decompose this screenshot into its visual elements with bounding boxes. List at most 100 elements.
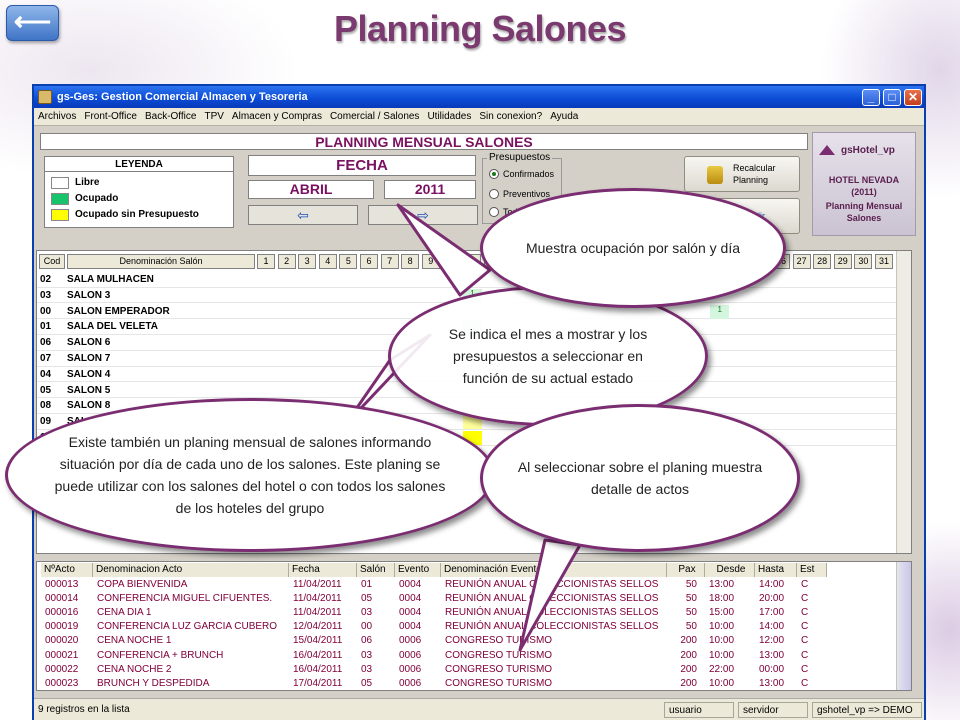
- list-cell: 05: [361, 677, 373, 689]
- grid-scrollbar[interactable]: [896, 251, 911, 553]
- legend-swatch-ocupado-sin-presupuesto: [51, 209, 69, 221]
- list-row[interactable]: 000020 CENA NOCHE 1 15/04/2011 06 0006 CONGRE…: [37, 634, 897, 648]
- list-row[interactable]: 000022 CENA NOCHE 2 16/04/2011 03 0006 CONGRE…: [37, 663, 897, 677]
- slide-title: Planning Salones: [333, 8, 627, 49]
- list-cell: 000013: [45, 579, 79, 590]
- menu-item[interactable]: Front-Office: [84, 111, 137, 122]
- list-col-header[interactable]: Salón: [357, 563, 395, 577]
- list-col-header[interactable]: Evento: [395, 563, 441, 577]
- list-row[interactable]: 000014 CONFERENCIA MIGUEL CIFUENTES. 11/04…: [37, 592, 897, 606]
- day-header[interactable]: 30: [854, 254, 873, 269]
- list-row[interactable]: 000019 CONFERENCIA LUZ GARCIA CUBERO 12/04…: [37, 620, 897, 634]
- list-row[interactable]: 000013 COPA BIENVENIDA 11/04/2011 01 0004 REU…: [37, 578, 897, 592]
- list-cell: C: [801, 593, 809, 605]
- status-connection: gshotel_vp => DEMO: [812, 702, 922, 718]
- day-header[interactable]: 9: [421, 254, 440, 269]
- list-col-header[interactable]: Pax: [667, 563, 705, 577]
- day-header[interactable]: 27: [792, 254, 811, 269]
- list-cell: 0004: [399, 621, 422, 633]
- list-cell: 000022: [45, 663, 79, 675]
- list-col-header[interactable]: Fecha: [289, 563, 357, 577]
- menu-item[interactable]: Sin conexion?: [479, 111, 542, 122]
- list-row[interactable]: 000023 BRUNCH Y DESPEDIDA 17/04/2011 05 0006…: [37, 677, 897, 691]
- list-cell: C: [801, 579, 809, 590]
- list-cell: 16/04/2011: [293, 663, 343, 675]
- menu-item[interactable]: Almacen y Compras: [232, 111, 322, 122]
- maximize-button[interactable]: □: [883, 89, 901, 106]
- actos-list[interactable]: NºActo Denominacion Acto Fecha Salón Evento D…: [36, 561, 912, 691]
- list-cell: 0004: [399, 579, 422, 590]
- slide: ⟵ Planning Salones gs-Ges: Gestion Comer…: [0, 0, 960, 720]
- list-col-header[interactable]: Denominación Evento: [441, 563, 667, 577]
- radio-preventivos[interactable]: [489, 189, 499, 199]
- list-col-header[interactable]: Est: [797, 563, 827, 577]
- menu-bar: Archivos Front-Office Back-Office TPV Almace…: [34, 108, 924, 126]
- menu-item[interactable]: TPV: [204, 111, 223, 122]
- day-header[interactable]: 28: [813, 254, 832, 269]
- menu-item[interactable]: Ayuda: [550, 111, 578, 122]
- list-cell: 0006: [399, 635, 422, 647]
- minimize-button[interactable]: _: [862, 89, 880, 106]
- day-header[interactable]: 1: [257, 254, 275, 269]
- logo-text: Planning Mensual: [825, 201, 903, 211]
- menu-item[interactable]: Comercial / Salones: [330, 111, 419, 122]
- year-field[interactable]: 2011: [384, 180, 476, 199]
- next-month-button[interactable]: ⇨: [368, 205, 478, 225]
- gshotel-logo: gsHotel_vp HOTEL NEVADA (2011) Planning …: [812, 132, 916, 236]
- menu-item[interactable]: Archivos: [38, 111, 76, 122]
- menu-item[interactable]: Utilidades: [427, 111, 471, 122]
- list-col-header[interactable]: Desde: [705, 563, 755, 577]
- fecha-label: FECHA: [336, 157, 388, 174]
- list-cell: REUNIÓN ANUAL COLECCIONISTAS SELLOS: [445, 579, 659, 590]
- recalcular-planning-button[interactable]: Recalcular Planning: [684, 156, 800, 192]
- app-icon: [38, 90, 52, 104]
- list-col-header[interactable]: Hasta: [755, 563, 797, 577]
- salon-code: 09: [40, 416, 52, 428]
- list-row[interactable]: 000021 CONFERENCIA + BRUNCH 16/04/2011 03 00…: [37, 649, 897, 663]
- salon-code: 05: [40, 384, 52, 396]
- salon-name: SALA DEL VELETA: [67, 321, 158, 333]
- day-header[interactable]: 10: [442, 254, 461, 269]
- list-cell: CENA DIA 1: [97, 607, 152, 619]
- month-field[interactable]: ABRIL: [248, 180, 374, 199]
- day-header[interactable]: 29: [833, 254, 852, 269]
- year-value: 2011: [414, 181, 446, 197]
- list-cell: C: [801, 663, 809, 675]
- radio-confirmados[interactable]: [489, 169, 499, 179]
- list-col-header[interactable]: NºActo: [41, 563, 93, 577]
- menu-item[interactable]: Back-Office: [145, 111, 197, 122]
- list-cell: 10:00: [709, 635, 735, 647]
- day-header[interactable]: 8: [401, 254, 420, 269]
- legend-box: LEYENDA Libre Ocupado Ocupado sin Presup…: [44, 156, 234, 228]
- list-cell: 13:00: [709, 579, 735, 590]
- col-header-name[interactable]: Denominación Salón: [67, 254, 255, 269]
- salon-name: SALON 4: [67, 368, 111, 380]
- list-row[interactable]: 000016 CENA DIA 1 11/04/2011 03 0004 REUNIÓN …: [37, 606, 897, 620]
- col-header-cod[interactable]: Cod: [39, 254, 65, 269]
- day-header[interactable]: 7: [380, 254, 399, 269]
- day-header[interactable]: 2: [277, 254, 296, 269]
- list-cell: C: [801, 621, 809, 633]
- list-scrollbar[interactable]: [896, 562, 911, 690]
- list-cell: REUNIÓN ANUAL COLECCIONISTAS SELLOS: [445, 607, 659, 619]
- day-header[interactable]: 5: [339, 254, 358, 269]
- close-button[interactable]: ✕: [904, 89, 922, 106]
- salon-name: SALON EMPERADOR: [67, 305, 170, 317]
- list-cell: 12/04/2011: [293, 621, 343, 633]
- day-header[interactable]: 3: [298, 254, 317, 269]
- logo-text: Salones: [846, 213, 882, 223]
- prev-month-button[interactable]: ⇦: [248, 205, 358, 225]
- radio-todos[interactable]: [489, 207, 499, 217]
- list-cell: 17:00: [759, 607, 785, 619]
- recalc-label: Planning: [733, 175, 769, 185]
- list-cell: 0004: [399, 593, 422, 605]
- list-cell: 14:00: [759, 579, 785, 590]
- list-cell: 15:00: [709, 607, 735, 619]
- day-header[interactable]: 31: [875, 254, 893, 269]
- day-header[interactable]: 11: [463, 254, 481, 269]
- day-header[interactable]: 6: [360, 254, 378, 269]
- occupied-cell[interactable]: 1: [710, 304, 730, 319]
- salon-code: 02: [40, 274, 52, 285]
- day-header[interactable]: 4: [318, 254, 337, 269]
- list-col-header[interactable]: Denominacion Acto: [93, 563, 289, 577]
